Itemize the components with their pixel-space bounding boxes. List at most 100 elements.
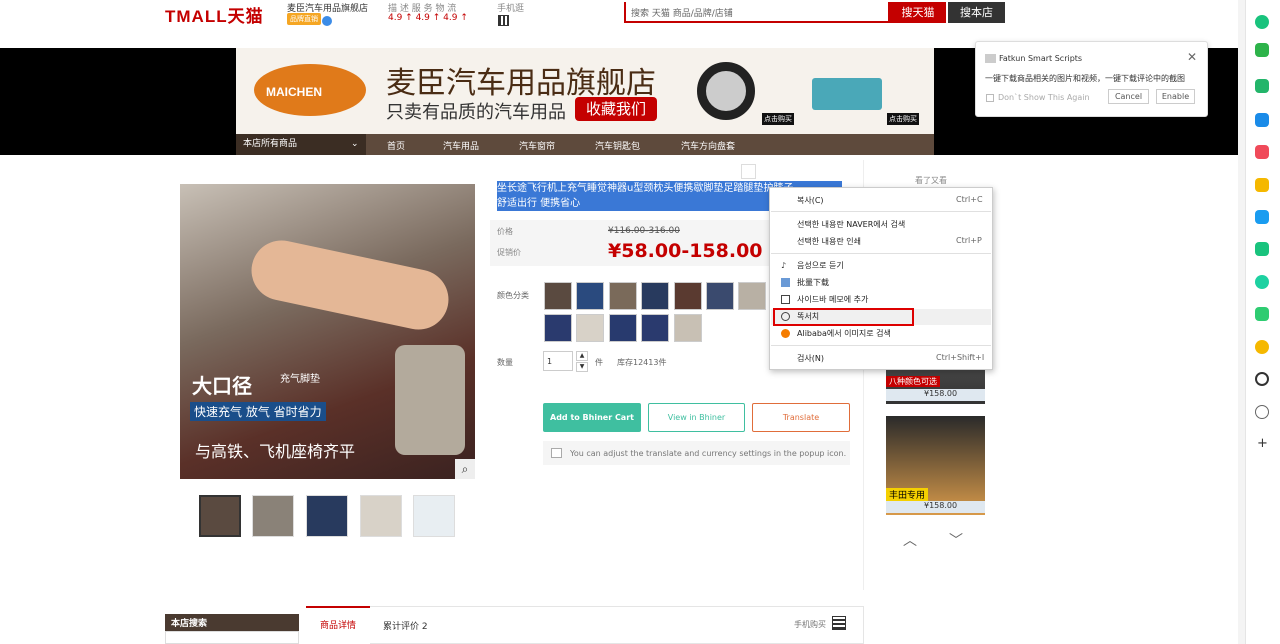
share-icon[interactable] — [741, 164, 756, 179]
alibaba-icon — [781, 329, 790, 338]
color-label: 颜色分类 — [497, 291, 529, 300]
thumbnail[interactable] — [252, 495, 294, 537]
thumbnail[interactable] — [306, 495, 348, 537]
info-icon[interactable] — [322, 16, 332, 26]
speaker-icon: ♪ — [781, 261, 787, 270]
thumbnail[interactable] — [413, 495, 455, 537]
scrollbar[interactable] — [1238, 0, 1245, 644]
plus-icon[interactable]: + — [1257, 436, 1268, 451]
chevron-down-icon: ⌄ — [351, 139, 359, 149]
color-swatch[interactable] — [706, 282, 734, 310]
shop-search-title: 本店搜索 — [165, 614, 299, 631]
menu-separator — [771, 345, 991, 346]
quantity-unit: 件 — [595, 358, 603, 367]
thumbnail[interactable] — [199, 495, 241, 537]
sidebar-app-icon[interactable] — [1255, 15, 1269, 29]
chevron-up-icon[interactable]: ︿ — [903, 530, 917, 550]
nav-item[interactable]: 汽车钥匙包 — [595, 139, 640, 152]
mobile-buy-label: 手机购买 — [794, 620, 826, 629]
sidebar-app-icon[interactable] — [1255, 145, 1269, 159]
color-swatch[interactable] — [544, 282, 572, 310]
fatkun-icon — [985, 54, 996, 63]
search-shop-button[interactable]: 搜本店 — [948, 2, 1005, 23]
search-tmall-button[interactable]: 搜天猫 — [890, 2, 946, 23]
shop-search-input[interactable] — [165, 631, 299, 644]
maichen-logo-text: MAICHEN — [266, 85, 322, 99]
quantity-increase-button[interactable]: ▲ — [576, 351, 588, 361]
close-icon[interactable]: ✕ — [1187, 50, 1197, 64]
menu-item-read-aloud[interactable]: 음성으로 듣기 — [797, 260, 844, 271]
sidebar-app-icon[interactable] — [1255, 178, 1269, 192]
banner-subtitle: 只卖有品质的汽车用品 — [386, 102, 566, 123]
sidebar-app-icon[interactable] — [1255, 242, 1269, 256]
sidebar-app-icon[interactable] — [1255, 79, 1269, 93]
color-swatch[interactable] — [609, 314, 637, 342]
color-swatch[interactable] — [674, 314, 702, 342]
buy-tag[interactable]: 点击购买 — [762, 113, 794, 125]
menu-item-copy[interactable]: 복사(C) — [797, 195, 824, 206]
color-swatch[interactable] — [576, 314, 604, 342]
dont-show-checkbox[interactable] — [986, 94, 994, 102]
translate-button[interactable]: Translate — [752, 403, 850, 432]
nav-item[interactable]: 汽车用品 — [443, 139, 479, 152]
menu-item-sidebar-memo[interactable]: 사이드바 메모에 추가 — [797, 294, 868, 305]
menu-item-naver-search[interactable]: 선택한 내용란 NAVER에서 검색 — [797, 219, 905, 230]
color-swatch[interactable] — [576, 282, 604, 310]
sidebar-app-icon[interactable] — [1255, 43, 1269, 57]
nav-item[interactable]: 汽车方向盘套 — [681, 139, 735, 152]
zoom-icon[interactable]: ⌕ — [455, 459, 475, 479]
menu-shortcut: Ctrl+C — [956, 195, 983, 204]
recommend-caption: 八种颜色可选 — [886, 376, 940, 387]
chevron-down-icon[interactable]: ﹀ — [949, 530, 963, 550]
sidebar-app-icon[interactable] — [1255, 113, 1269, 127]
ratings-values: 4.9 ↑ 4.9 ↑ 4.9 ↑ — [388, 13, 468, 23]
popup-title: Fatkun Smart Scripts — [999, 54, 1083, 63]
add-to-bhiner-cart-button[interactable]: Add to Bhiner Cart — [543, 403, 641, 432]
menu-separator — [771, 211, 991, 212]
menu-item-print[interactable]: 선택한 내용란 인쇄 — [797, 236, 861, 247]
tab-product-detail[interactable]: 商品详情 — [306, 606, 370, 644]
image-icon — [781, 278, 790, 287]
highlight-box — [773, 308, 914, 326]
steering-wheel-image[interactable] — [697, 62, 755, 120]
nav-item[interactable]: 汽车窗帘 — [519, 139, 555, 152]
color-swatch[interactable] — [641, 314, 669, 342]
original-price: ¥116.00-316.00 — [608, 226, 680, 236]
buy-tag[interactable]: 点击购买 — [887, 113, 919, 125]
nav-all-label: 本店所有商品 — [243, 139, 298, 149]
color-swatch[interactable] — [738, 282, 766, 310]
quantity-input[interactable]: 1 — [543, 351, 573, 371]
menu-item-inspect[interactable]: 검사(N) — [797, 353, 824, 364]
favorite-shop-button[interactable]: 收藏我们 — [575, 97, 657, 121]
sidebar-app-icon[interactable] — [1255, 307, 1269, 321]
color-swatch[interactable] — [641, 282, 669, 310]
tab-reviews[interactable]: 累计评价 2 — [383, 619, 428, 632]
quantity-decrease-button[interactable]: ▼ — [576, 362, 588, 372]
popup-enable-button[interactable]: Enable — [1156, 89, 1195, 104]
parking-device-image[interactable] — [812, 78, 882, 110]
sidebar-app-icon[interactable] — [1255, 210, 1269, 224]
quantity-label: 数量 — [497, 358, 513, 367]
color-swatch[interactable] — [674, 282, 702, 310]
price-label: 价格 — [497, 227, 513, 236]
qr-code-icon[interactable] — [832, 616, 846, 630]
thumbnail[interactable] — [360, 495, 402, 537]
popup-cancel-button[interactable]: Cancel — [1108, 89, 1149, 104]
color-swatch[interactable] — [609, 282, 637, 310]
tmall-logo[interactable]: TMALL天猫 — [165, 2, 264, 27]
recommend-price: ¥158.00 — [886, 389, 985, 401]
sidebar-app-icon[interactable] — [1255, 405, 1269, 419]
menu-shortcut: Ctrl+Shift+I — [936, 353, 985, 362]
sidebar-app-icon[interactable] — [1255, 340, 1269, 354]
color-swatch[interactable] — [544, 314, 572, 342]
menu-item-batch-download[interactable]: 批量下载 — [797, 277, 829, 288]
sidebar-app-icon[interactable] — [1255, 275, 1269, 289]
menu-item-alibaba-search[interactable]: Alibaba에서 이미지로 검색 — [797, 328, 891, 339]
qr-code-icon[interactable] — [498, 15, 509, 26]
all-products-dropdown[interactable]: 本店所有商品 ⌄ — [236, 134, 366, 155]
nav-item[interactable]: 首页 — [387, 139, 405, 152]
dont-show-label[interactable]: Don`t Show This Again — [998, 93, 1090, 102]
sidebar-app-icon[interactable] — [1255, 372, 1269, 386]
promo-price: ¥58.00-158.00 — [608, 240, 763, 262]
view-in-bhiner-button[interactable]: View in Bhiner — [648, 403, 745, 432]
